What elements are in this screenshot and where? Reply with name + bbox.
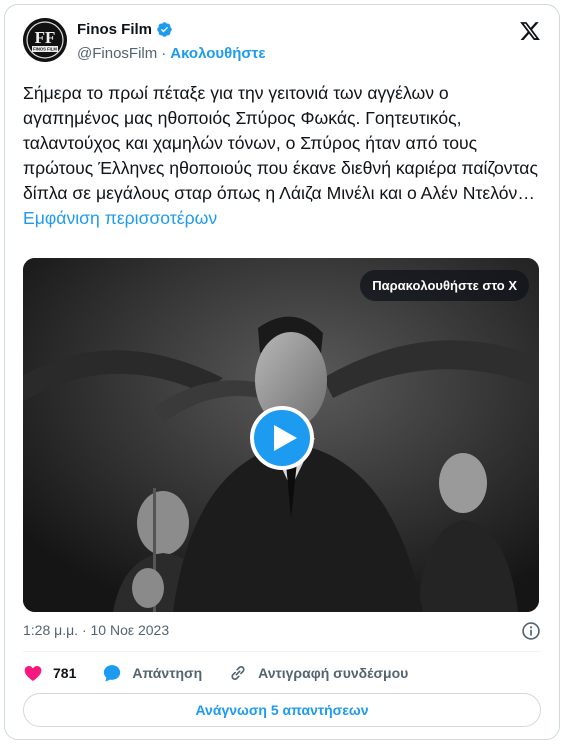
action-bar: 781 Απάντηση Αντιγραφή συνδέσμου (23, 661, 434, 685)
x-logo-icon[interactable] (519, 20, 541, 42)
reply-label: Απάντηση (132, 665, 203, 681)
tweet-timestamp[interactable]: 1:28 μ.μ. · 10 Νοε 2023 (23, 622, 169, 638)
play-button[interactable] (250, 406, 314, 470)
reply-button[interactable]: Απάντηση (102, 663, 202, 683)
divider (23, 651, 541, 652)
display-name[interactable]: Finos Film (77, 21, 152, 38)
watch-on-x-button[interactable]: Παρακολουθήστε στο X (360, 270, 529, 301)
like-button[interactable]: 781 (23, 663, 76, 683)
tweet-text: Σήμερα το πρωί πέταξε για την γειτονιά τ… (23, 81, 548, 231)
handle-row: @FinosFilm · Ακολουθήστε (77, 45, 266, 62)
heart-icon (24, 666, 42, 681)
verified-badge-icon (157, 22, 172, 37)
copy-link-label: Αντιγραφή συνδέσμου (258, 665, 409, 681)
like-count: 781 (53, 665, 77, 681)
tweet-card: FF FINOS FILM Finos Film @FinosFilm · Ακ… (4, 4, 560, 740)
avatar[interactable]: FF FINOS FILM (23, 18, 67, 62)
copy-link-button[interactable]: Αντιγραφή συνδέσμου (228, 663, 408, 683)
finos-film-logo: FF FINOS FILM (23, 18, 67, 62)
tweet-body: Σήμερα το πρωί πέταξε για την γειτονιά τ… (23, 83, 538, 203)
separator-dot: · (161, 45, 167, 62)
play-icon (273, 425, 297, 451)
read-replies-button[interactable]: Ανάγνωση 5 απαντήσεων (23, 693, 541, 727)
video-player[interactable]: Παρακολουθήστε στο X (23, 258, 539, 612)
info-icon[interactable] (521, 621, 541, 641)
link-icon (231, 666, 245, 680)
avatar-caption: FINOS FILM (33, 47, 57, 52)
avatar-monogram: FF (35, 28, 56, 47)
show-more-link[interactable]: Εμφάνιση περισσοτέρων (23, 208, 217, 228)
reply-bubble-icon (104, 665, 121, 682)
handle[interactable]: @FinosFilm (77, 45, 157, 62)
follow-button[interactable]: Ακολουθήστε (170, 45, 265, 62)
name-row: Finos Film (77, 21, 173, 38)
